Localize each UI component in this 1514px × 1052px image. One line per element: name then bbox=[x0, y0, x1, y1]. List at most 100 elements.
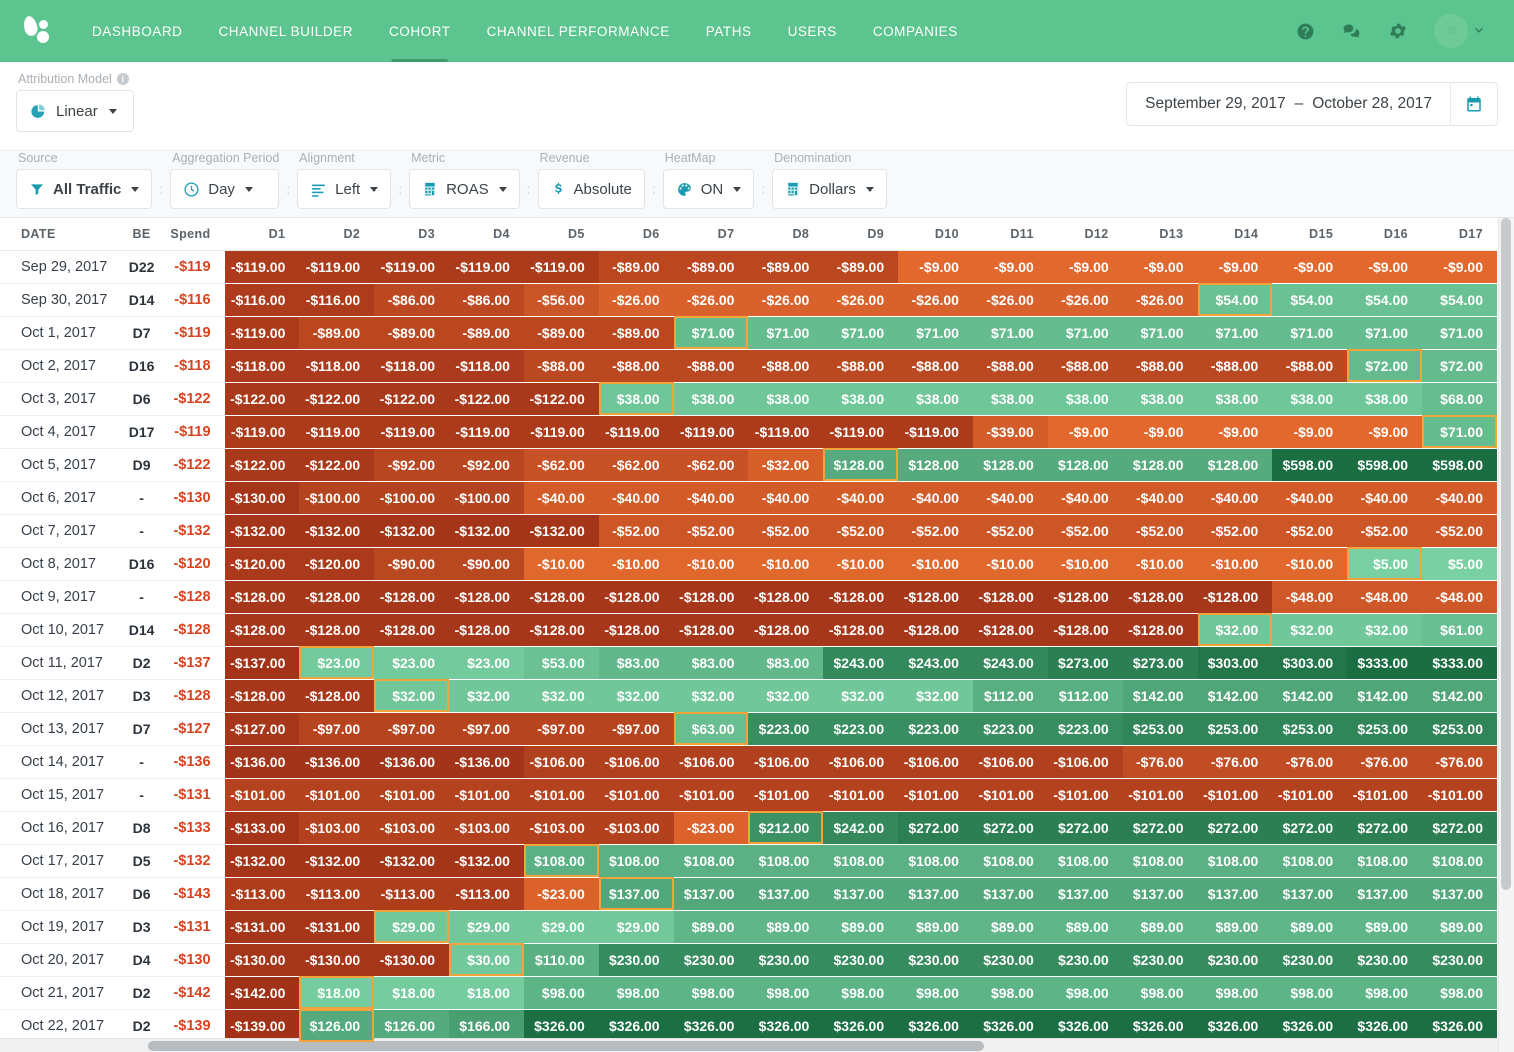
cell-d8[interactable]: -$10.00 bbox=[748, 547, 824, 581]
cell-d15[interactable]: -$40.00 bbox=[1272, 481, 1348, 515]
cell-d15[interactable]: -$10.00 bbox=[1272, 547, 1348, 581]
cell-d15[interactable]: $598.00 bbox=[1272, 448, 1348, 482]
cell-d17[interactable]: $108.00 bbox=[1422, 844, 1497, 878]
cell-d11[interactable]: $137.00 bbox=[972, 877, 1048, 911]
column-header-d14[interactable]: D14 bbox=[1197, 218, 1273, 251]
cell-d2[interactable]: -$128.00 bbox=[299, 613, 375, 647]
cell-d4[interactable]: -$122.00 bbox=[449, 382, 524, 416]
column-header-d13[interactable]: D13 bbox=[1122, 218, 1198, 251]
cell-d17[interactable]: $230.00 bbox=[1422, 943, 1497, 977]
cell-d13[interactable]: $137.00 bbox=[1122, 877, 1198, 911]
cell-d15[interactable]: $71.00 bbox=[1272, 316, 1348, 350]
cell-d4[interactable]: -$89.00 bbox=[449, 316, 524, 350]
cell-d10[interactable]: $38.00 bbox=[898, 382, 973, 416]
cell-d16[interactable]: $38.00 bbox=[1347, 382, 1423, 416]
cell-d3[interactable]: $18.00 bbox=[374, 976, 450, 1010]
cell-d7[interactable]: -$26.00 bbox=[673, 283, 749, 317]
cell-d12[interactable]: $98.00 bbox=[1047, 976, 1123, 1010]
cell-d14[interactable]: -$40.00 bbox=[1197, 481, 1273, 515]
cell-d13[interactable]: -$88.00 bbox=[1122, 349, 1198, 383]
cell-d3[interactable]: -$122.00 bbox=[374, 382, 450, 416]
cell-d17[interactable]: -$101.00 bbox=[1422, 778, 1497, 812]
cell-d4[interactable]: -$119.00 bbox=[449, 250, 524, 284]
cell-d12[interactable]: -$128.00 bbox=[1047, 613, 1123, 647]
cell-d6[interactable]: -$89.00 bbox=[598, 316, 674, 350]
cell-d3[interactable]: -$136.00 bbox=[374, 745, 450, 779]
cell-d14[interactable]: $32.00 bbox=[1197, 613, 1273, 647]
cell-d12[interactable]: $112.00 bbox=[1047, 679, 1123, 713]
cell-d13[interactable]: $272.00 bbox=[1122, 811, 1198, 845]
cell-d12[interactable]: -$128.00 bbox=[1047, 580, 1123, 614]
table-row[interactable]: Oct 13, 2017 D7 -$127 -$127.00 -$97.00 -$97.0… bbox=[0, 712, 1497, 746]
h-scrollbar-thumb[interactable] bbox=[148, 1041, 984, 1051]
cell-d7[interactable]: $32.00 bbox=[673, 679, 749, 713]
cell-d4[interactable]: -$136.00 bbox=[449, 745, 524, 779]
cell-d9[interactable]: $243.00 bbox=[823, 646, 899, 680]
cell-d7[interactable]: -$101.00 bbox=[673, 778, 749, 812]
cell-d15[interactable]: $98.00 bbox=[1272, 976, 1348, 1010]
table-row[interactable]: Sep 29, 2017 D22 -$119 -$119.00 -$119.00 -$11… bbox=[0, 250, 1497, 284]
cell-d17[interactable]: $598.00 bbox=[1422, 448, 1497, 482]
table-row[interactable]: Oct 14, 2017- -$136 -$136.00 -$136.00 -$136.… bbox=[0, 745, 1497, 779]
cell-d12[interactable]: $273.00 bbox=[1047, 646, 1123, 680]
cell-d6[interactable]: -$128.00 bbox=[598, 613, 674, 647]
cell-d9[interactable]: -$106.00 bbox=[823, 745, 899, 779]
cell-d9[interactable]: -$26.00 bbox=[823, 283, 899, 317]
cell-d12[interactable]: -$9.00 bbox=[1047, 250, 1123, 284]
table-row[interactable]: Oct 16, 2017 D8 -$133 -$133.00 -$103.00 -$103… bbox=[0, 811, 1497, 845]
cell-d17[interactable]: -$40.00 bbox=[1422, 481, 1497, 515]
cell-d6[interactable]: -$88.00 bbox=[598, 349, 674, 383]
cell-d4[interactable]: -$97.00 bbox=[449, 712, 524, 746]
cell-d5[interactable]: -$128.00 bbox=[523, 613, 599, 647]
cell-d11[interactable]: $112.00 bbox=[972, 679, 1048, 713]
cell-d17[interactable]: $142.00 bbox=[1422, 679, 1497, 713]
cell-d10[interactable]: $128.00 bbox=[898, 448, 973, 482]
cell-d12[interactable]: $137.00 bbox=[1047, 877, 1123, 911]
cell-d10[interactable]: -$52.00 bbox=[898, 514, 973, 548]
cell-d13[interactable]: $98.00 bbox=[1122, 976, 1198, 1010]
cell-d6[interactable]: $137.00 bbox=[598, 877, 674, 911]
cell-d11[interactable]: $38.00 bbox=[972, 382, 1048, 416]
cell-d4[interactable]: -$113.00 bbox=[449, 877, 524, 911]
cell-d1[interactable]: -$128.00 bbox=[224, 679, 300, 713]
cell-d5[interactable]: $108.00 bbox=[523, 844, 599, 878]
cell-d11[interactable]: -$10.00 bbox=[972, 547, 1048, 581]
cell-d12[interactable]: $230.00 bbox=[1047, 943, 1123, 977]
cell-d4[interactable]: $18.00 bbox=[449, 976, 524, 1010]
filter-dropdown-source[interactable]: All Traffic bbox=[16, 169, 153, 209]
cell-d10[interactable]: -$10.00 bbox=[898, 547, 973, 581]
cell-d8[interactable]: -$128.00 bbox=[748, 613, 824, 647]
cell-d1[interactable]: -$130.00 bbox=[224, 481, 300, 515]
column-header-d2[interactable]: D2 bbox=[299, 218, 375, 251]
filter-dropdown-alignment[interactable]: Left bbox=[297, 169, 392, 209]
cell-d2[interactable]: -$118.00 bbox=[299, 349, 375, 383]
cell-d17[interactable]: $61.00 bbox=[1422, 613, 1497, 647]
cell-d14[interactable]: $89.00 bbox=[1197, 910, 1273, 944]
cell-d6[interactable]: $38.00 bbox=[598, 382, 674, 416]
cell-d3[interactable]: -$119.00 bbox=[374, 415, 450, 449]
filter-dropdown-heatmap[interactable]: ON bbox=[662, 169, 755, 209]
cell-d13[interactable]: -$128.00 bbox=[1122, 580, 1198, 614]
column-header-d5[interactable]: D5 bbox=[523, 218, 599, 251]
cell-d6[interactable]: -$128.00 bbox=[598, 580, 674, 614]
cell-d15[interactable]: $54.00 bbox=[1272, 283, 1348, 317]
table-row[interactable]: Oct 15, 2017- -$131 -$101.00 -$101.00 -$101.… bbox=[0, 778, 1497, 812]
cell-d16[interactable]: $230.00 bbox=[1347, 943, 1423, 977]
cell-d9[interactable]: $137.00 bbox=[823, 877, 899, 911]
cell-d8[interactable]: $32.00 bbox=[748, 679, 824, 713]
cell-d6[interactable]: -$106.00 bbox=[598, 745, 674, 779]
column-header-spend[interactable]: Spend bbox=[163, 218, 225, 251]
cell-d4[interactable]: $29.00 bbox=[449, 910, 524, 944]
cell-d1[interactable]: -$132.00 bbox=[224, 514, 300, 548]
nav-item-users[interactable]: USERS bbox=[770, 0, 855, 62]
cell-d5[interactable]: -$106.00 bbox=[523, 745, 599, 779]
cell-d9[interactable]: -$52.00 bbox=[823, 514, 899, 548]
cell-d14[interactable]: -$10.00 bbox=[1197, 547, 1273, 581]
cell-d15[interactable]: -$9.00 bbox=[1272, 415, 1348, 449]
cell-d15[interactable]: $89.00 bbox=[1272, 910, 1348, 944]
cell-d6[interactable]: $32.00 bbox=[598, 679, 674, 713]
cell-d8[interactable]: -$88.00 bbox=[748, 349, 824, 383]
cell-d14[interactable]: -$9.00 bbox=[1197, 250, 1273, 284]
cell-d9[interactable]: $38.00 bbox=[823, 382, 899, 416]
cell-d7[interactable]: -$119.00 bbox=[673, 415, 749, 449]
